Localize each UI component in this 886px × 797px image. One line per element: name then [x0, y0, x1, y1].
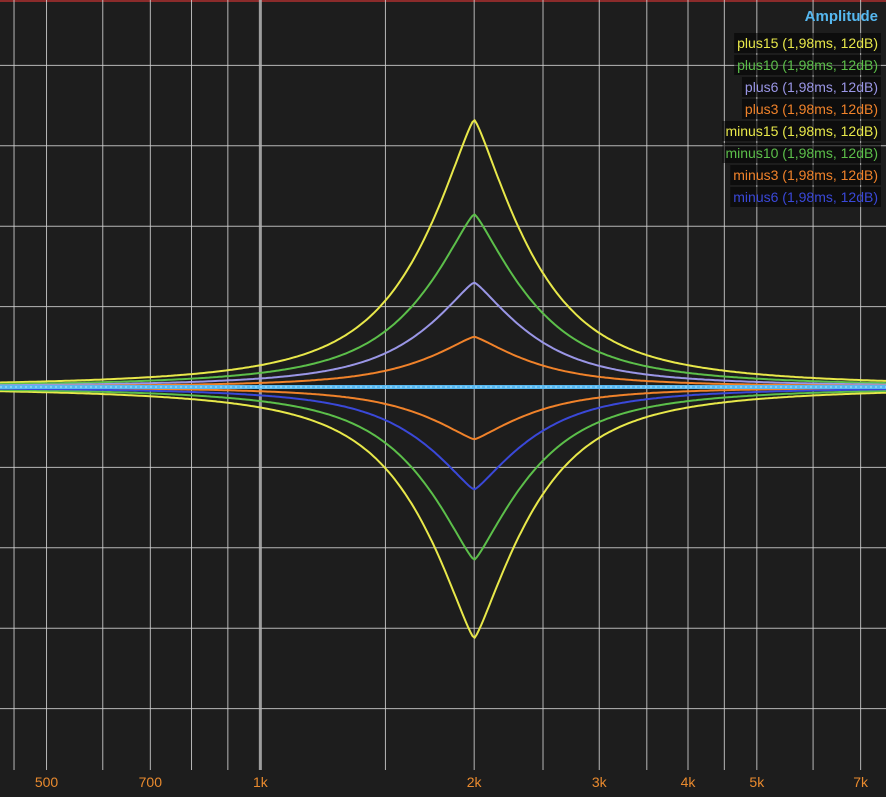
chart-canvas: 500 700 1k 2k 3k 4k 5k 7k Amplitude plus15 (1,98…: [0, 0, 886, 797]
legend-item-1: plus15 (1,98ms, 12dB): [737, 35, 878, 51]
x-tick-label: 3k: [592, 774, 608, 790]
x-tick-label: 2k: [467, 774, 483, 790]
x-tick-label: 1k: [253, 774, 269, 790]
legend-title: Amplitude: [805, 8, 878, 25]
legend-item-5: minus15 (1,98ms, 12dB): [725, 123, 878, 139]
legend-item-6: minus10 (1,98ms, 12dB): [725, 145, 878, 161]
legend-item-2: plus10 (1,98ms, 12dB): [737, 57, 878, 73]
x-tick-label: 4k: [681, 774, 697, 790]
frequency-response-chart: 500 700 1k 2k 3k 4k 5k 7k Amplitude plus15 (1,98…: [0, 0, 886, 797]
x-tick-label: 700: [139, 774, 163, 790]
legend: Amplitude plus15 (1,98ms, 12dB) plus10 (1,…: [722, 8, 881, 207]
legend-item-7: minus3 (1,98ms, 12dB): [733, 167, 878, 183]
x-tick-label: 500: [35, 774, 59, 790]
x-tick-label: 7k: [853, 774, 869, 790]
legend-item-8: minus6 (1,98ms, 12dB): [733, 189, 878, 205]
legend-item-3: plus6 (1,98ms, 12dB): [745, 79, 878, 95]
legend-item-4: plus3 (1,98ms, 12dB): [745, 101, 878, 117]
x-tick-label: 5k: [749, 774, 765, 790]
